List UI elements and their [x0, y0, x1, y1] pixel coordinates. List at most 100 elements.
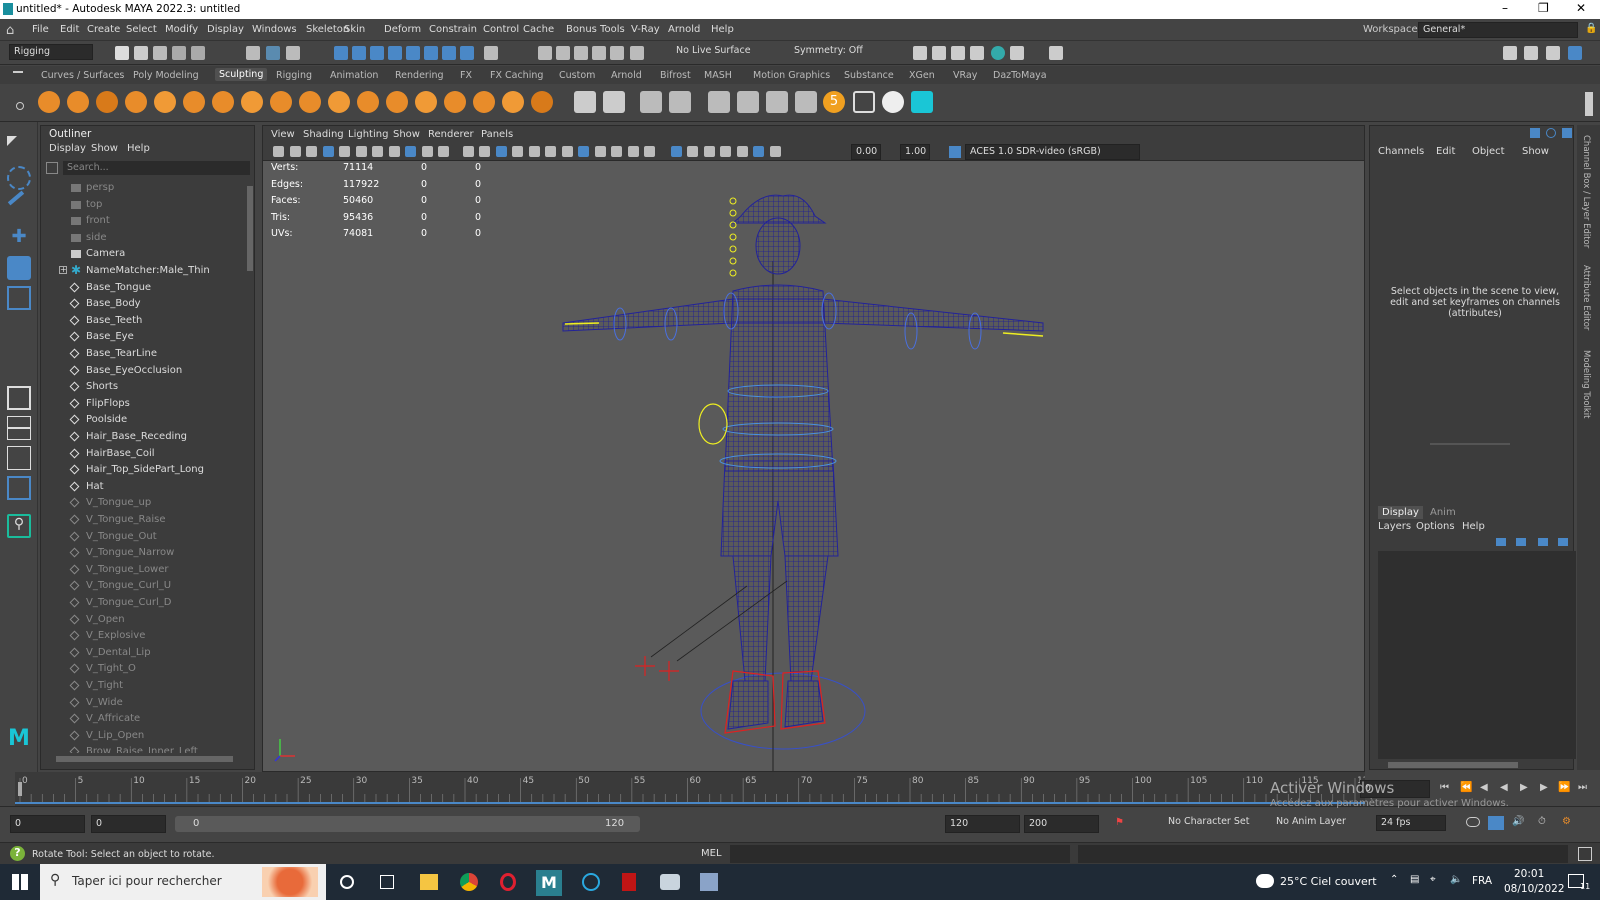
channel-menu-edit[interactable]: Edit	[1436, 146, 1455, 157]
viewport-tool-icon[interactable]	[405, 146, 416, 157]
viewport-tool-icon[interactable]	[528, 146, 540, 157]
channel-menu-object[interactable]: Object	[1472, 146, 1505, 157]
play-forward-icon[interactable]: ▶	[1520, 782, 1528, 793]
outliner-item[interactable]: V_Tight	[41, 678, 241, 694]
sound-icon[interactable]: 🔊	[1512, 816, 1524, 827]
outliner-item[interactable]: + ✱ NameMatcher:Male_Thin	[41, 263, 241, 279]
shelf-tab-6[interactable]: FX	[460, 70, 472, 81]
shelf-tab-0[interactable]: Curves / Surfaces	[41, 70, 124, 81]
exposure-field[interactable]: 0.00	[851, 144, 881, 160]
outliner-item[interactable]: persp	[41, 180, 241, 196]
move-tool-icon[interactable]: ✚	[7, 226, 31, 250]
viewport-tool-icon[interactable]	[322, 146, 334, 157]
maya-taskbar-icon[interactable]: M	[536, 870, 562, 896]
outliner-item[interactable]: Hair_Top_SidePart_Long	[41, 462, 241, 478]
anim-end-field[interactable]: 200	[1024, 815, 1099, 833]
lock-icon[interactable]: 🔒	[1585, 23, 1597, 34]
redo-icon[interactable]	[191, 46, 205, 60]
two-view-icon[interactable]	[7, 446, 31, 470]
home-icon[interactable]: ⌂	[6, 23, 14, 38]
outliner-toggle-icon[interactable]	[1524, 46, 1538, 60]
outliner-item[interactable]: front	[41, 213, 241, 229]
viewport-tool-icon[interactable]	[306, 146, 317, 157]
weather-text[interactable]: 25°C Ciel couvert	[1280, 875, 1377, 888]
scrape-tool-icon[interactable]	[357, 91, 379, 113]
outliner-item[interactable]: V_Tongue_Curl_D	[41, 595, 241, 611]
outliner-item[interactable]: V_Tongue_Out	[41, 529, 241, 545]
menu-item-6[interactable]: Windows	[252, 24, 297, 35]
new-scene-icon[interactable]	[115, 46, 129, 60]
outliner-menu-display[interactable]: Display	[49, 143, 86, 154]
outliner-item[interactable]: side	[41, 230, 241, 246]
open-scene-icon[interactable]	[134, 46, 148, 60]
uv-tool-icon[interactable]	[708, 91, 730, 113]
start-windows-icon[interactable]	[12, 874, 28, 890]
snap-curve-icon[interactable]	[352, 46, 366, 60]
paint-select-icon[interactable]	[7, 190, 25, 206]
channel-menu-channels[interactable]: Channels	[1378, 146, 1424, 157]
help-icon[interactable]: ?	[10, 846, 25, 861]
viewport-tool-icon[interactable]	[753, 146, 764, 157]
task-view-icon[interactable]	[380, 875, 394, 889]
shelf-tab-2[interactable]: Sculpting	[215, 68, 268, 81]
steam-icon[interactable]	[660, 874, 680, 890]
menuset-dropdown[interactable]: Rigging	[9, 44, 93, 60]
outliner-item[interactable]: Hair_Base_Receding	[41, 429, 241, 445]
outliner-search-input[interactable]: Search...	[63, 161, 250, 175]
minimize-icon[interactable]: –	[1502, 1, 1508, 15]
step-back-key-icon[interactable]: ⏪	[1460, 782, 1472, 793]
single-view-icon[interactable]	[7, 386, 31, 410]
menu-item-2[interactable]: Create	[87, 24, 120, 35]
start-time-field[interactable]: 0	[10, 815, 85, 833]
badge-icon[interactable]: 5	[823, 91, 845, 113]
viewport-tool-icon[interactable]	[578, 146, 589, 157]
snap-history-icon[interactable]	[460, 46, 474, 60]
sidebar-toggle-icon[interactable]	[1503, 46, 1517, 60]
render-settings-icon[interactable]	[574, 46, 588, 60]
outliner-item[interactable]: V_Affricate	[41, 711, 241, 727]
gamma-field[interactable]: 1.00	[900, 144, 930, 160]
menu-item-10[interactable]: Constrain	[429, 24, 477, 35]
shelf-tab-8[interactable]: Custom	[559, 70, 595, 81]
outliner-item[interactable]: Brow_Raise_Inner_Left	[41, 744, 241, 753]
layer-create-icon[interactable]	[1538, 538, 1548, 546]
ipr-icon[interactable]	[556, 46, 570, 60]
menu-item-3[interactable]: Select	[126, 24, 157, 35]
go-to-end-icon[interactable]: ⏭	[1578, 782, 1587, 793]
viewport-tool-icon[interactable]	[339, 146, 350, 157]
expand-icon[interactable]: +	[59, 266, 67, 274]
amplify-tool-icon[interactable]	[502, 91, 524, 113]
shelf-tab-9[interactable]: Arnold	[611, 70, 642, 81]
tpose-icon[interactable]	[853, 91, 875, 113]
viewport-tool-icon[interactable]	[289, 146, 301, 157]
shelf-tab-4[interactable]: Animation	[330, 70, 378, 81]
tray-chevron-icon[interactable]: ⌃	[1390, 874, 1398, 885]
outliner-item[interactable]: V_Tongue_Lower	[41, 562, 241, 578]
grid-icon[interactable]	[603, 91, 625, 113]
ccleaner-icon[interactable]	[582, 873, 600, 891]
select-component-icon[interactable]	[286, 46, 300, 60]
outliner-item[interactable]: V_Wide	[41, 695, 241, 711]
mesh-tools-icon[interactable]	[669, 91, 691, 113]
outliner-item[interactable]: V_Tongue_Curl_U	[41, 578, 241, 594]
language-indicator[interactable]: FRA	[1472, 875, 1492, 887]
menu-item-7[interactable]: Skeleton	[306, 24, 349, 35]
outliner-item[interactable]: Base_Eye	[41, 329, 241, 345]
chrome-icon[interactable]	[460, 873, 478, 891]
channel-toggle-icon[interactable]	[932, 46, 946, 60]
knife-tool-icon[interactable]	[415, 91, 437, 113]
menu-item-14[interactable]: V-Ray	[631, 24, 660, 35]
symmetry-dropdown[interactable]: Symmetry: Off	[790, 44, 876, 60]
tool-settings-icon[interactable]	[970, 46, 984, 60]
outliner-item[interactable]: V_Dental_Lip	[41, 645, 241, 661]
tool-app-icon[interactable]	[700, 873, 718, 891]
layer-new-icon[interactable]	[1496, 538, 1506, 546]
menu-item-4[interactable]: Modify	[165, 24, 198, 35]
outliner-item[interactable]: V_Tongue_up	[41, 495, 241, 511]
shelf-tab-12[interactable]: Motion Graphics	[753, 70, 830, 81]
viewport-menu-1[interactable]: Shading	[303, 129, 344, 140]
viewport-tool-icon[interactable]	[594, 146, 606, 157]
imprint-tool-icon[interactable]	[299, 91, 321, 113]
key-icon[interactable]: ⚑	[1115, 817, 1124, 828]
filter-icon[interactable]	[46, 162, 58, 174]
